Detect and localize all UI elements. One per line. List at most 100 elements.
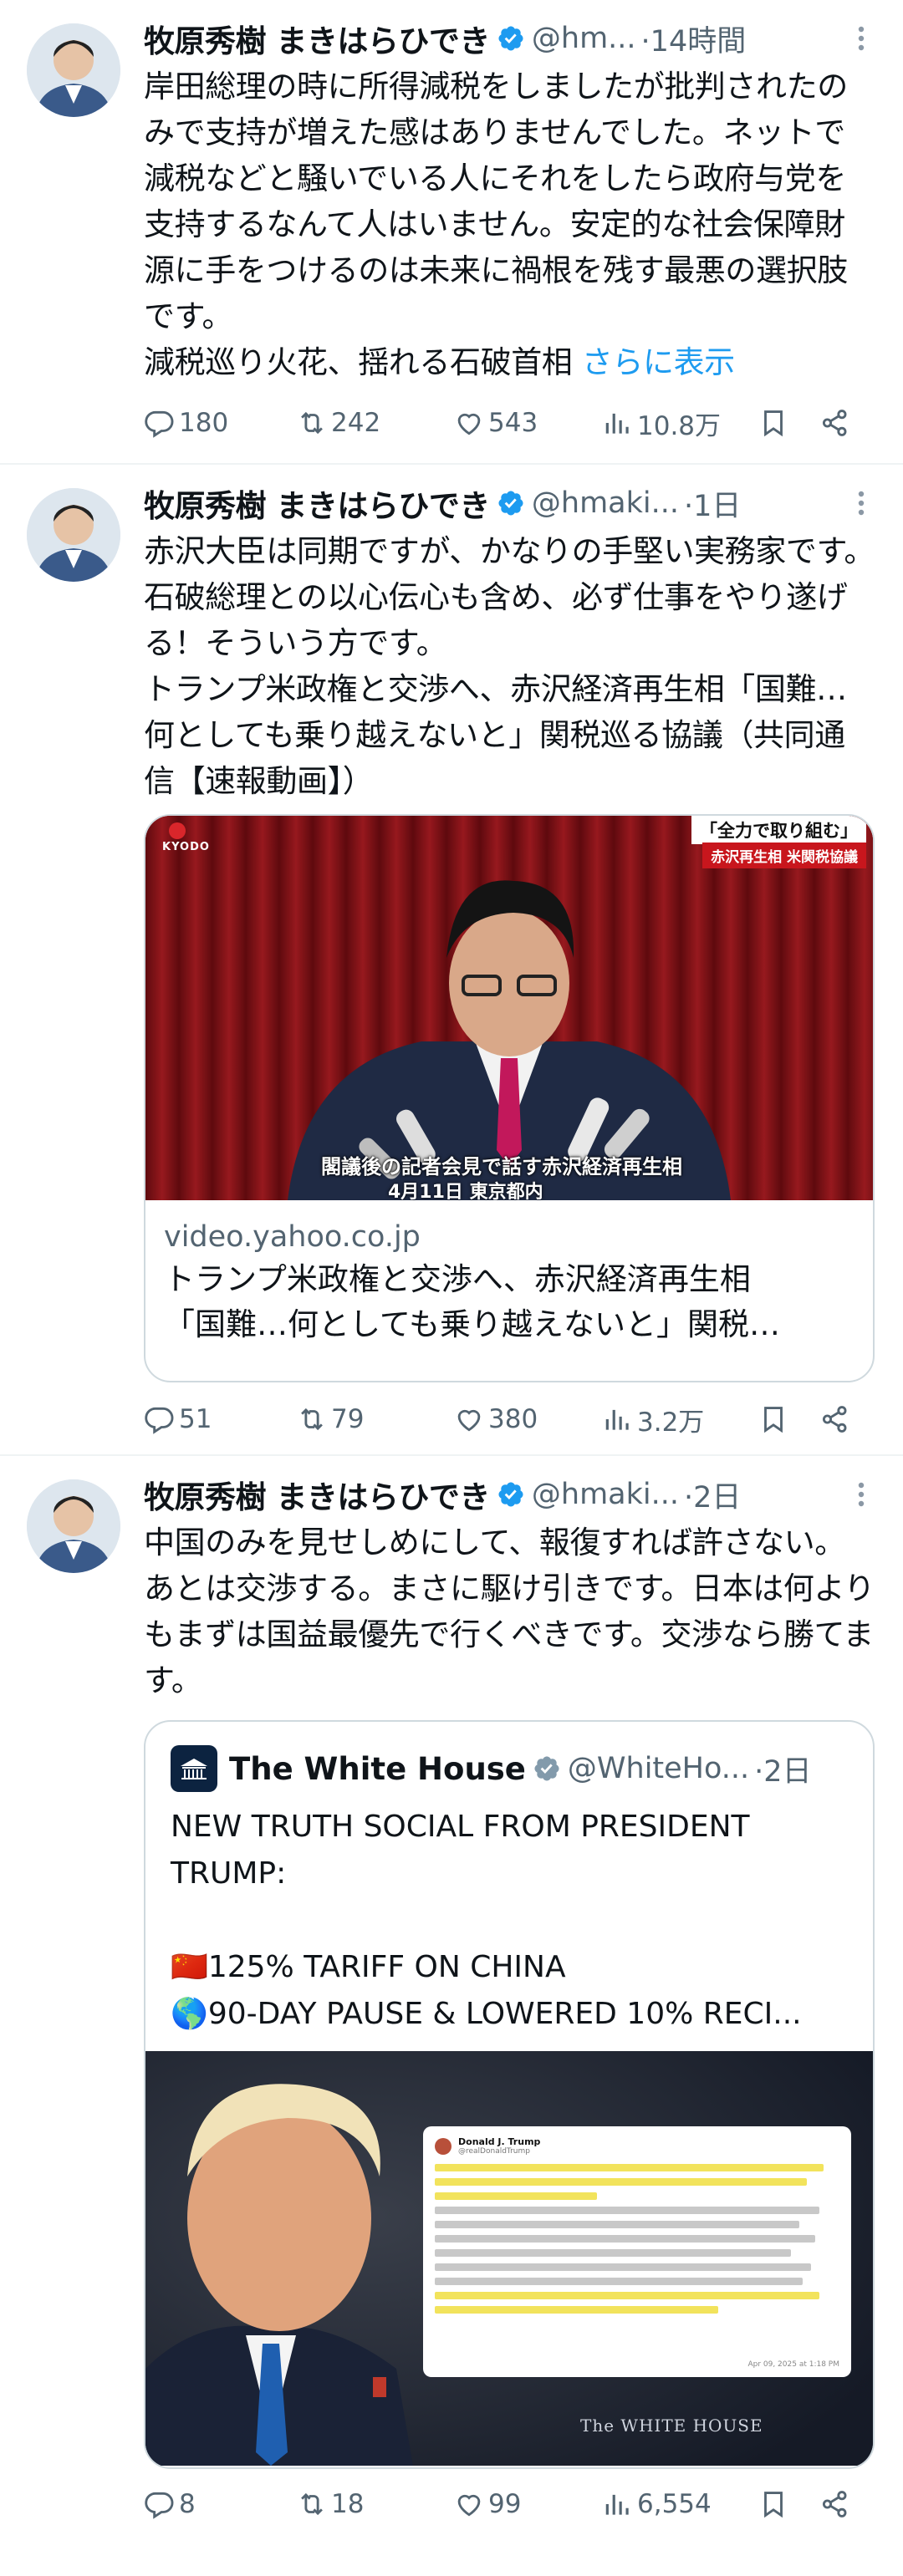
author-handle[interactable]: @hmaki... (532, 1478, 679, 1511)
gray-verified-badge-icon (534, 1756, 559, 1781)
views-button[interactable]: 10.8万 (602, 405, 721, 442)
author-avatar[interactable] (27, 23, 120, 117)
banner-bottom: 赤沢再生相 米関税協議 (702, 843, 866, 868)
author-avatar[interactable] (27, 488, 120, 582)
tweet-time[interactable]: ·1日 (684, 482, 741, 525)
retweet-icon (301, 1408, 323, 1431)
like-button[interactable]: 380 (453, 1403, 538, 1435)
verified-badge-icon (498, 1482, 523, 1507)
quote-header: The White House @WhiteHo... ·2日 (145, 1722, 873, 1792)
post-author-avatar (435, 2137, 452, 2155)
quote-author-handle[interactable]: @WhiteHo... (568, 1752, 749, 1785)
quote-time: ·2日 (754, 1754, 812, 1789)
tweet-3[interactable]: 牧原秀樹 まきはらひでき @hmaki... ·2日 中国のみを見せしめにして、… (0, 1456, 903, 2576)
reply-icon (145, 2492, 174, 2519)
like-count: 99 (488, 2489, 522, 2519)
link-card[interactable]: KYODO 「全力で取り組む」 赤沢再生相 米関税協議 閣議後の記者会見で話す赤… (144, 814, 875, 1382)
quote-line-2: 🇨🇳125% TARIFF ON CHINA (171, 1950, 566, 1984)
tweet-actions: 8 18 99 6,554 (144, 2484, 878, 2524)
retweet-icon (301, 411, 323, 435)
quote-text: NEW TRUTH SOCIAL FROM PRESIDENT TRUMP: 🇨🇳… (145, 1792, 873, 2038)
author-handle[interactable]: @hm... (532, 22, 636, 55)
reply-count: 180 (179, 408, 229, 438)
quote-line-3: 🌎90-DAY PAUSE & LOWERED 10% RECI... (171, 1997, 802, 2031)
reply-icon (145, 410, 174, 438)
white-house-logo-icon[interactable] (171, 1745, 217, 1792)
views-icon (605, 1409, 629, 1430)
like-icon (457, 413, 481, 435)
bookmark-icon (764, 1407, 783, 1433)
bookmark-icon (764, 2492, 783, 2518)
bookmark-icon (764, 410, 783, 437)
retweet-button[interactable]: 18 (296, 2488, 364, 2520)
author-handle[interactable]: @hmaki... (532, 486, 679, 520)
banner-top: 「全力で取り組む」 (691, 816, 866, 844)
post-date: Apr 09, 2025 at 1:18 PM (747, 2360, 839, 2369)
author-avatar[interactable] (27, 1479, 120, 1573)
tweet-time[interactable]: ·2日 (684, 1474, 741, 1516)
share-icon (822, 1406, 847, 1433)
retweet-count: 79 (331, 1404, 365, 1434)
more-icon[interactable] (844, 1478, 878, 1511)
news-logo: KYODO (162, 841, 210, 853)
like-icon (457, 1409, 481, 1432)
retweet-button[interactable]: 79 (296, 1403, 364, 1435)
retweet-count: 18 (331, 2489, 365, 2519)
tweet-header: 牧原秀樹 まきはらひでき @hmaki... ·2日 (144, 1474, 878, 1515)
like-count: 380 (488, 1404, 538, 1434)
video-thumbnail[interactable]: KYODO 「全力で取り組む」 赤沢再生相 米関税協議 閣議後の記者会見で話す赤… (145, 816, 873, 1200)
author-name[interactable]: 牧原秀樹 まきはらひでき (144, 481, 490, 526)
views-count: 6,554 (637, 2489, 712, 2519)
views-button[interactable]: 6,554 (602, 2488, 712, 2520)
card-title-line2: 「国難…何としても乗り越えないと」関税… (164, 1306, 781, 1342)
quote-author-name[interactable]: The White House (229, 1751, 526, 1787)
more-icon[interactable] (844, 22, 878, 55)
like-icon (457, 2494, 481, 2517)
quote-image[interactable]: Donald J. Trump @realDonaldTrump Apr 09,… (145, 2051, 873, 2466)
white-house-watermark: The WHITE HOUSE (580, 2416, 763, 2436)
video-caption-sub: 4月11日 東京都内 (388, 1182, 543, 1200)
share-button[interactable] (819, 2488, 855, 2520)
views-count: 3.2万 (637, 1407, 705, 1438)
reply-button[interactable]: 180 (144, 407, 228, 439)
tweet-header: 牧原秀樹 まきはらひでき @hmaki... ·1日 (144, 481, 878, 526)
bookmark-button[interactable] (758, 2488, 793, 2520)
views-count: 10.8万 (637, 410, 722, 441)
truth-social-post-image: Donald J. Trump @realDonaldTrump Apr 09,… (423, 2126, 851, 2377)
retweet-icon (301, 2492, 323, 2516)
share-button[interactable] (819, 1403, 855, 1435)
reply-count: 51 (179, 1404, 212, 1434)
tweet-2[interactable]: 牧原秀樹 まきはらひでき @hmaki... ·1日 赤沢大臣は同期ですが、かな… (0, 465, 903, 1456)
views-icon (605, 2494, 629, 2515)
tweet-1[interactable]: 牧原秀樹 まきはらひでき @hm... ·14時間 岸田総理の時に所得減税をしま… (0, 0, 903, 465)
views-button[interactable]: 3.2万 (602, 1401, 704, 1438)
tweet-text: 中国のみを見せしめにして、報復すれば許さない。あとは交渉する。まさに駆け引きです… (144, 1525, 875, 1698)
like-button[interactable]: 99 (453, 2488, 521, 2520)
retweet-count: 242 (331, 408, 381, 438)
video-caption: 閣議後の記者会見で話す赤沢経済再生相 (321, 1155, 682, 1179)
card-domain: video.yahoo.co.jp (164, 1220, 421, 1254)
reply-button[interactable]: 8 (144, 2488, 196, 2520)
post-author-handle: @realDonaldTrump (458, 2147, 530, 2156)
show-more-link[interactable]: さらに表示 (582, 344, 735, 380)
verified-badge-icon (498, 26, 523, 51)
tweet-time[interactable]: ·14時間 (641, 18, 747, 60)
reply-button[interactable]: 51 (144, 1403, 212, 1435)
tweet-text-content: 岸田総理の時に所得減税をしましたが批判されたのみで支持が増えた感はありませんでし… (144, 69, 848, 380)
share-icon (822, 410, 847, 436)
more-icon[interactable] (844, 486, 878, 520)
bookmark-button[interactable] (758, 1403, 793, 1435)
tweet-actions: 51 79 380 3.2万 (144, 1399, 878, 1439)
like-button[interactable]: 543 (453, 407, 538, 439)
retweet-button[interactable]: 242 (296, 407, 380, 439)
quoted-tweet[interactable]: The White House @WhiteHo... ·2日 NEW TRUT… (144, 1720, 875, 2469)
share-icon (822, 2491, 847, 2517)
share-button[interactable] (819, 407, 855, 439)
post-body-lines (435, 2164, 839, 2314)
author-name[interactable]: 牧原秀樹 まきはらひでき (144, 1472, 490, 1517)
reply-icon (145, 1407, 174, 1434)
author-name[interactable]: 牧原秀樹 まきはらひでき (144, 16, 490, 61)
tweet-actions: 180 242 543 10.8万 (144, 403, 878, 443)
card-title-line1: トランプ米政権と交渉へ、赤沢経済再生相 (164, 1261, 751, 1297)
bookmark-button[interactable] (758, 407, 793, 439)
